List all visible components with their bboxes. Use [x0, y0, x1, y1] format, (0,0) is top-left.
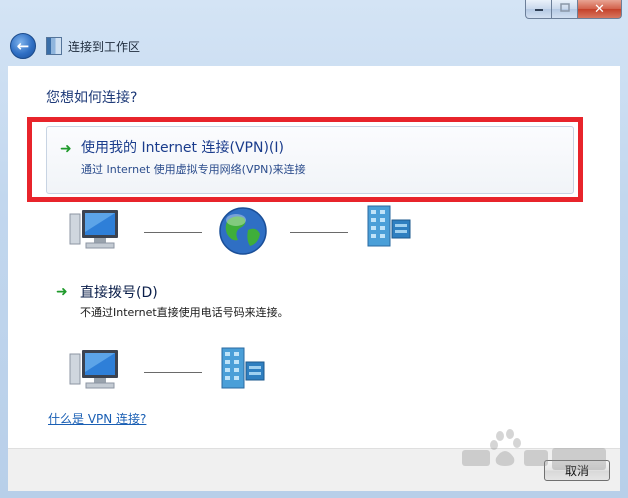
option-dial-title: 直接拨号(D) [80, 285, 158, 301]
page-heading: 您想如何连接? [46, 90, 138, 106]
workplace-building-icon [364, 202, 414, 250]
connection-line [290, 232, 348, 233]
minimize-button[interactable] [525, 0, 552, 19]
back-arrow-icon: ← [16, 37, 30, 55]
connection-line [144, 232, 202, 233]
minimize-icon [534, 3, 544, 16]
navigation-bar: ← 连接到工作区 [8, 30, 620, 62]
close-icon: ✕ [594, 1, 605, 17]
option-vpn-title: 使用我的 Internet 连接(VPN)(I) [81, 140, 284, 156]
window-controls: ✕ [525, 0, 622, 20]
window-title: 连接到工作区 [68, 39, 141, 54]
option-vpn[interactable]: ➜ 使用我的 Internet 连接(VPN)(I) 通过 Internet 使… [46, 126, 574, 194]
maximize-icon [559, 2, 570, 16]
green-arrow-icon: ➜ [56, 284, 68, 300]
help-link-vpn[interactable]: 什么是 VPN 连接? [48, 410, 146, 427]
baidu-watermark-logo [460, 428, 610, 476]
close-button[interactable]: ✕ [578, 0, 622, 19]
dialog-content: 您想如何连接? ➜ 使用我的 Internet 连接(VPN)(I) 通过 In… [8, 66, 620, 448]
option-direct-dial[interactable]: ➜ 直接拨号(D) 不通过Internet直接使用电话号码来连接。 [46, 282, 574, 322]
network-app-icon [46, 37, 62, 55]
globe-icon [218, 206, 268, 256]
back-button[interactable]: ← [10, 33, 36, 59]
window-frame: ✕ ← 连接到工作区 您想如何连接? ➜ 使用我的 Internet 连接(VP… [0, 0, 628, 498]
maximize-button[interactable] [552, 0, 578, 19]
connection-line [144, 372, 202, 373]
computer-icon [68, 208, 120, 252]
workplace-building-icon [218, 344, 268, 392]
option-dial-description: 不通过Internet直接使用电话号码来连接。 [80, 306, 289, 319]
computer-icon [68, 348, 120, 392]
green-arrow-icon: ➜ [60, 141, 72, 157]
option-vpn-description: 通过 Internet 使用虚拟专用网络(VPN)来连接 [81, 163, 306, 176]
